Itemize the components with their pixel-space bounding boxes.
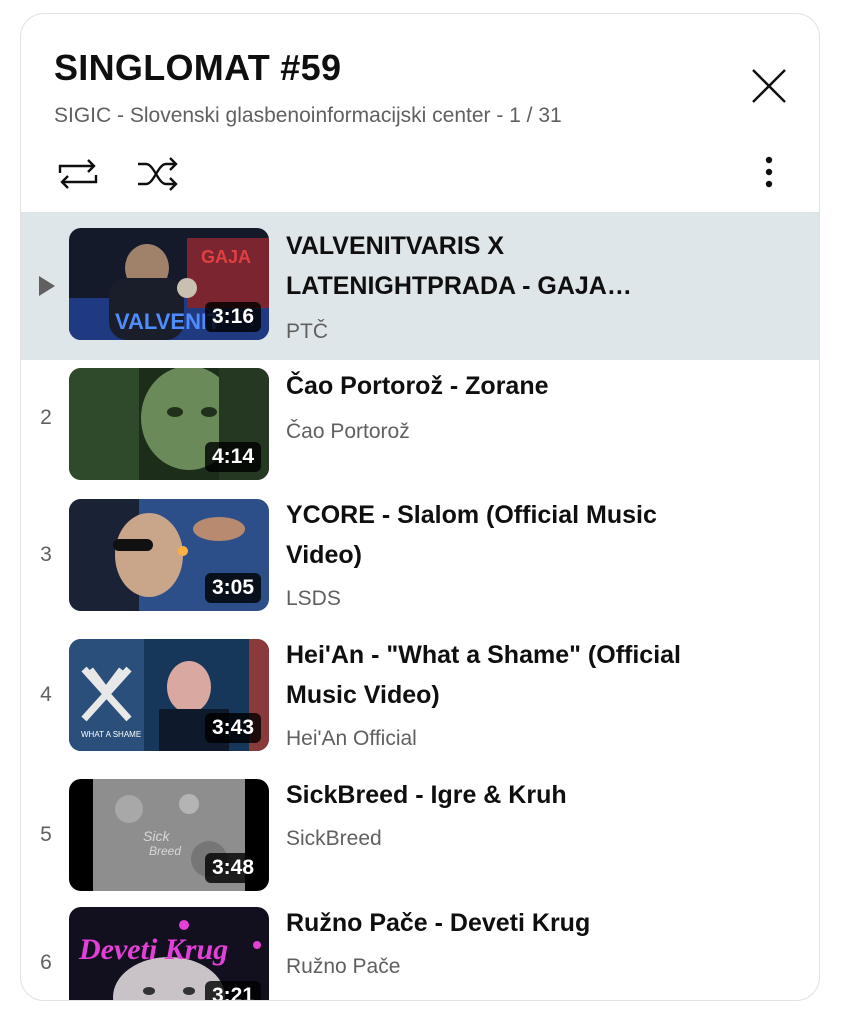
video-thumbnail[interactable]: WHAT A SHAME 3:43 bbox=[69, 639, 269, 751]
channel-name[interactable]: Čao Portorož bbox=[286, 420, 410, 444]
video-title[interactable]: VALVENITVARIS X LATENIGHTPRADA - GAJA… bbox=[286, 226, 716, 306]
loop-button[interactable] bbox=[54, 152, 102, 196]
more-vert-icon bbox=[765, 156, 773, 188]
close-button[interactable] bbox=[743, 60, 795, 112]
duration-badge: 3:16 bbox=[204, 302, 261, 332]
playlist-items: VALVENIT GAJA 3:16 VALVENITVARIS X LATEN… bbox=[21, 212, 819, 1000]
close-icon bbox=[752, 69, 786, 103]
video-thumbnail[interactable]: VALVENIT GAJA 3:16 bbox=[69, 228, 269, 340]
svg-text:GAJA: GAJA bbox=[201, 247, 251, 267]
duration-badge: 3:43 bbox=[204, 713, 261, 743]
playlist-item-3[interactable]: 3 3:05 YCORE - Slalom (Official Music Vi… bbox=[21, 495, 819, 635]
playlist-header: SINGLOMAT #59 SIGIC - Slovenski glasbeno… bbox=[21, 14, 819, 214]
svg-text:Deveti Krug: Deveti Krug bbox=[78, 933, 228, 966]
item-index: 4 bbox=[40, 683, 52, 706]
duration-badge: 4:14 bbox=[204, 442, 261, 472]
more-options-button[interactable] bbox=[749, 152, 789, 196]
playlist-subtitle[interactable]: SIGIC - Slovenski glasbenoinformacijski … bbox=[54, 104, 562, 128]
svg-text:Breed: Breed bbox=[149, 844, 181, 858]
duration-badge: 3:21 bbox=[204, 981, 261, 1000]
item-index: 5 bbox=[40, 823, 52, 846]
item-index: 2 bbox=[40, 406, 52, 429]
video-thumbnail[interactable]: 4:14 bbox=[69, 368, 269, 480]
video-title[interactable]: YCORE - Slalom (Official Music Video) bbox=[286, 495, 716, 575]
video-thumbnail[interactable]: 3:05 bbox=[69, 499, 269, 611]
svg-text:Sick: Sick bbox=[143, 828, 170, 844]
video-title[interactable]: Hei'An - "What a Shame" (Official Music … bbox=[286, 635, 716, 715]
playlist-title: SINGLOMAT #59 bbox=[54, 47, 342, 88]
playlist-item-6[interactable]: 6 Deveti Krug 3:21 Ružno Pače - Deveti K… bbox=[21, 903, 819, 1000]
duration-badge: 3:05 bbox=[204, 573, 261, 603]
item-index: 6 bbox=[40, 951, 52, 974]
video-title[interactable]: SickBreed - Igre & Kruh bbox=[286, 775, 716, 815]
play-arrow-icon bbox=[39, 276, 55, 296]
video-thumbnail[interactable]: Deveti Krug 3:21 bbox=[69, 907, 269, 1000]
channel-name[interactable]: Hei'An Official bbox=[286, 727, 417, 751]
video-title[interactable]: Ružno Pače - Deveti Krug bbox=[286, 903, 716, 943]
shuffle-button[interactable] bbox=[134, 152, 182, 196]
playlist-item-4[interactable]: 4 WHAT A SHAME 3:43 Hei'An - "What a Sha… bbox=[21, 635, 819, 775]
video-title[interactable]: Čao Portorož - Zorane bbox=[286, 366, 716, 406]
loop-icon bbox=[58, 159, 98, 189]
svg-text:WHAT A SHAME: WHAT A SHAME bbox=[81, 730, 141, 739]
shuffle-icon bbox=[138, 157, 178, 191]
channel-name[interactable]: Ružno Pače bbox=[286, 955, 400, 979]
item-index: 3 bbox=[40, 543, 52, 566]
channel-name[interactable]: PTČ bbox=[286, 320, 328, 344]
channel-name[interactable]: SickBreed bbox=[286, 827, 382, 851]
playlist-item-5[interactable]: 5 Sick Breed 3:48 SickBreed - Igre & Kru… bbox=[21, 775, 819, 903]
channel-name[interactable]: LSDS bbox=[286, 587, 341, 611]
now-playing-indicator bbox=[21, 272, 71, 304]
duration-badge: 3:48 bbox=[204, 853, 261, 883]
video-thumbnail[interactable]: Sick Breed 3:48 bbox=[69, 779, 269, 891]
playlist-item-2[interactable]: 2 4:14 Čao Portorož - Zorane Čao Portoro… bbox=[21, 360, 819, 495]
playlist-panel: SINGLOMAT #59 SIGIC - Slovenski glasbeno… bbox=[20, 13, 820, 1001]
playlist-item-1[interactable]: VALVENIT GAJA 3:16 VALVENITVARIS X LATEN… bbox=[21, 212, 819, 360]
